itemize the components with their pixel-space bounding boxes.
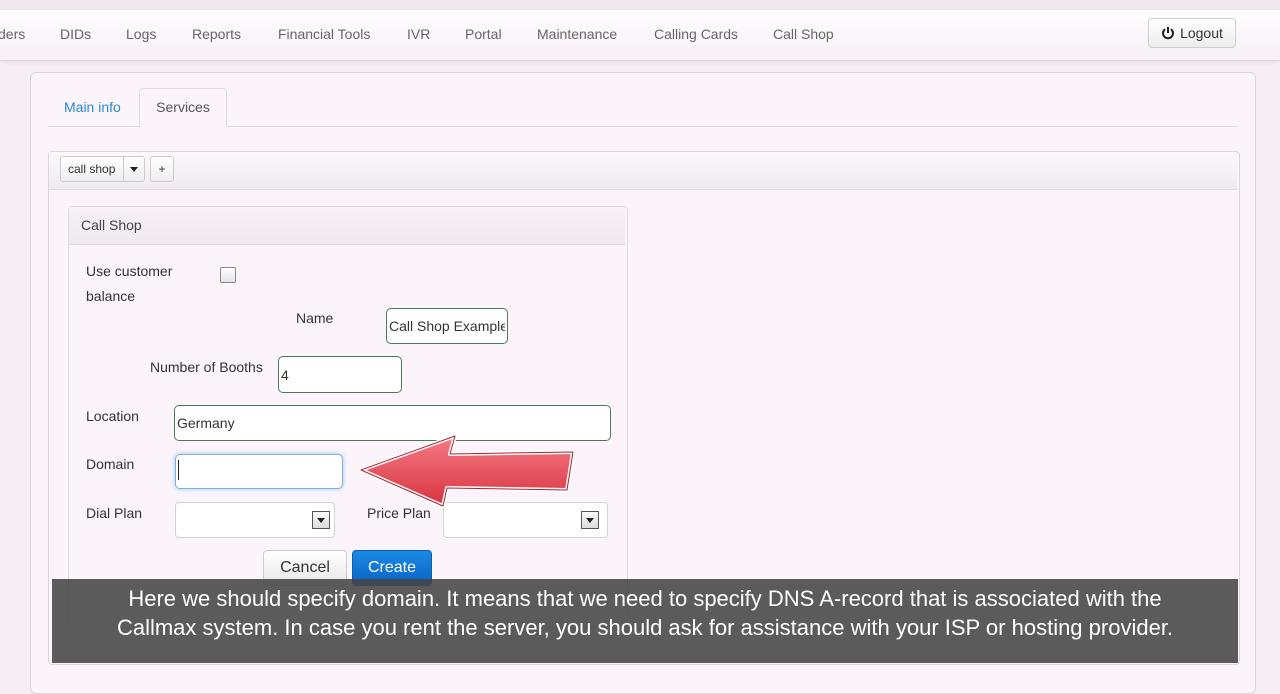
service-type-value: call shop bbox=[68, 162, 116, 176]
form-title: Call Shop bbox=[81, 217, 142, 233]
power-icon bbox=[1162, 27, 1175, 40]
form-header bbox=[69, 207, 625, 245]
use-customer-balance-label-line1: Use customer bbox=[86, 263, 173, 279]
subtitle-text: Here we should specify domain. It means … bbox=[52, 584, 1238, 642]
nav-item-call-shop[interactable]: Call Shop bbox=[773, 26, 834, 42]
domain-label: Domain bbox=[86, 456, 135, 472]
dial-plan-label: Dial Plan bbox=[86, 505, 143, 521]
nav-item-logs[interactable]: Logs bbox=[126, 26, 156, 42]
location-label: Location bbox=[86, 408, 139, 424]
services-toolbar bbox=[49, 152, 1237, 190]
use-customer-balance-checkbox[interactable] bbox=[220, 267, 236, 283]
logout-label: Logout bbox=[1180, 25, 1223, 41]
nav-item-calling-cards[interactable]: Calling Cards bbox=[654, 26, 738, 42]
logout-button[interactable]: Logout bbox=[1148, 18, 1236, 48]
booths-input[interactable] bbox=[278, 356, 402, 393]
subtitle-line-1: Here we should specify domain. It means … bbox=[128, 586, 1162, 611]
tab-main-info[interactable]: Main info bbox=[64, 99, 121, 115]
price-plan-dropdown-icon[interactable] bbox=[581, 511, 599, 529]
nav-item-ivr[interactable]: IVR bbox=[407, 26, 430, 42]
red-arrow-annotation bbox=[359, 434, 575, 508]
chevron-down-icon[interactable] bbox=[123, 157, 144, 181]
name-input[interactable] bbox=[386, 308, 508, 344]
nav-item-reports[interactable]: Reports bbox=[192, 26, 241, 42]
service-type-select[interactable]: call shop bbox=[60, 156, 145, 182]
dial-plan-dropdown-icon[interactable] bbox=[312, 511, 330, 529]
use-customer-balance-label-line2: balance bbox=[86, 288, 136, 304]
domain-input[interactable] bbox=[175, 454, 343, 489]
booths-label: Number of Booths bbox=[150, 359, 263, 375]
nav-item-dids[interactable]: DIDs bbox=[60, 26, 91, 42]
dial-plan-select[interactable] bbox=[175, 502, 335, 538]
subtitle-line-2: Callmax system. In case you rent the ser… bbox=[116, 615, 1174, 640]
name-label: Name bbox=[296, 310, 334, 326]
top-strip bbox=[0, 0, 1280, 10]
add-service-button[interactable]: + bbox=[150, 156, 174, 182]
text-cursor bbox=[178, 460, 179, 480]
nav-item-portal[interactable]: Portal bbox=[465, 26, 502, 42]
nav-item-financial-tools[interactable]: Financial Tools bbox=[278, 26, 370, 42]
nav-item-orders[interactable]: ders bbox=[0, 26, 25, 42]
nav-item-maintenance[interactable]: Maintenance bbox=[537, 26, 617, 42]
tab-services[interactable]: Services bbox=[139, 88, 227, 127]
